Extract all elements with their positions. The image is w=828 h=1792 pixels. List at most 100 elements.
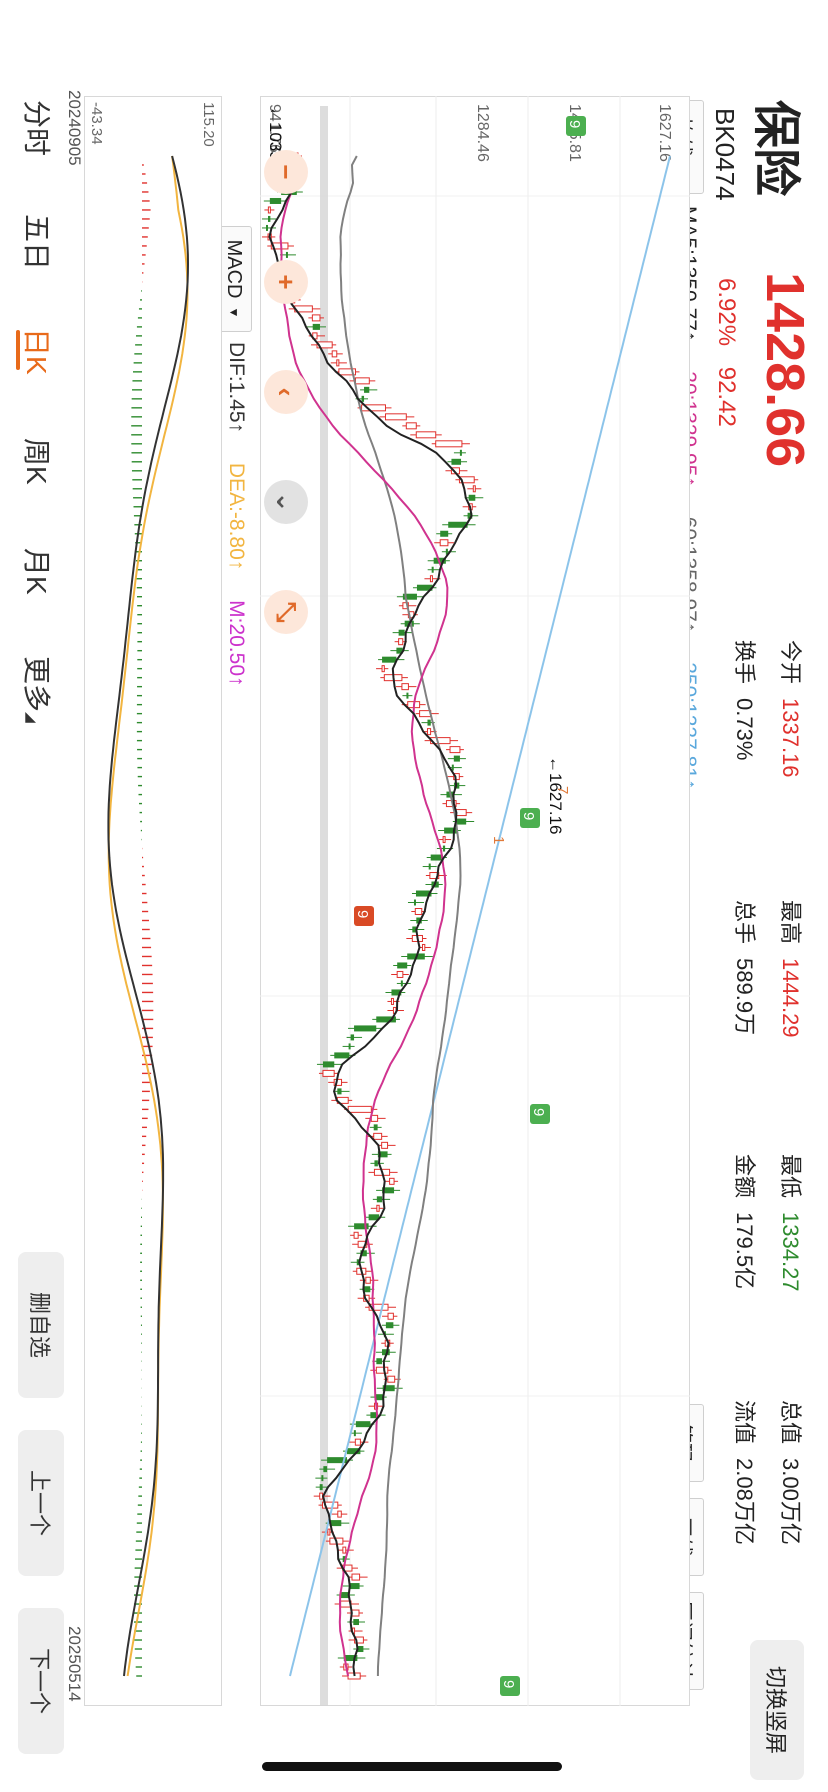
- signal-marker: 1: [490, 836, 507, 844]
- candle-body: [382, 656, 397, 663]
- candle-body: [442, 836, 446, 844]
- candle-body: [353, 1430, 356, 1437]
- candle-body: [440, 530, 449, 537]
- home-indicator: [262, 1762, 562, 1771]
- candle-body: [355, 1421, 371, 1428]
- tab-five-day[interactable]: 五日: [18, 214, 58, 270]
- candle-body: [311, 314, 321, 322]
- candle-body: [334, 1052, 350, 1059]
- candle-body: [361, 395, 365, 402]
- candle-body: [390, 997, 394, 1005]
- tab-daily-k[interactable]: 日K: [18, 328, 58, 375]
- candle-body: [406, 692, 409, 699]
- tab-weekly-k[interactable]: 周K: [18, 438, 58, 485]
- candle-body: [340, 1592, 349, 1599]
- candle-body: [398, 629, 405, 636]
- svg-text:9: 9: [530, 1108, 547, 1116]
- signal-marker: 9: [566, 116, 586, 136]
- candle-body: [396, 970, 404, 978]
- signal-marker: 7: [554, 786, 571, 794]
- tab-intraday[interactable]: 分时: [18, 100, 58, 156]
- candle-body: [336, 359, 340, 367]
- next-stock-button[interactable]: 下一个: [18, 1608, 64, 1754]
- candle-body: [398, 638, 404, 646]
- candle-body: [354, 1025, 377, 1032]
- candle-body: [323, 1466, 328, 1473]
- candle-body: [342, 1546, 347, 1554]
- candle-body: [401, 683, 409, 691]
- candle-body: [319, 1484, 323, 1491]
- candle-body: [285, 251, 288, 258]
- candle-body: [400, 980, 403, 987]
- previous-stock-button[interactable]: 上一个: [18, 1430, 64, 1576]
- candle-body: [375, 1366, 389, 1374]
- change-pct: 6.92%: [713, 278, 740, 347]
- zoom-in-button[interactable]: +: [264, 260, 308, 304]
- candle-body: [370, 1114, 379, 1122]
- scroll-left-button[interactable]: ‹: [264, 370, 308, 414]
- stock-name: 保险: [749, 100, 802, 197]
- candle-body: [453, 755, 460, 762]
- stat-float-value: 流值2.08万亿: [732, 1400, 757, 1545]
- price-change: 6.92% 92.42: [712, 278, 740, 427]
- candle-body: [322, 1069, 335, 1077]
- candle-body: [385, 1322, 394, 1329]
- stat-turnover: 换手0.73%: [732, 640, 757, 761]
- zoom-out-button[interactable]: −: [264, 150, 308, 194]
- candle-body: [373, 1124, 378, 1131]
- stat-low: 最低1334.27: [778, 1154, 803, 1292]
- candle-body: [456, 818, 467, 825]
- price-tick: 1284.46: [474, 104, 491, 162]
- candle-body: [428, 863, 431, 870]
- macd-frame: [84, 96, 222, 1706]
- candle-body: [351, 1573, 361, 1581]
- macd-chart[interactable]: 115.20 -43.34: [84, 96, 222, 1706]
- candle-body: [455, 809, 467, 817]
- candle-body: [435, 440, 463, 448]
- candle-body: [347, 1105, 372, 1113]
- candle-body: [322, 1061, 335, 1068]
- candle-body: [321, 1475, 324, 1482]
- stock-code: BK0474: [710, 108, 740, 201]
- candle-body: [414, 908, 423, 916]
- candle-body: [266, 224, 268, 231]
- candle-body: [267, 206, 271, 214]
- kline-chart[interactable]: 1627.16 1455.81 1284.46 941.76 ←1627.16 …: [260, 96, 690, 1706]
- candle-body: [348, 1043, 351, 1050]
- candle-body: [312, 323, 320, 330]
- candle-body: [337, 1510, 342, 1518]
- candle-body: [373, 1132, 383, 1140]
- stat-open: 今开1337.16: [778, 640, 803, 778]
- dea-value: DEA:-8.80↑: [225, 462, 248, 571]
- landscape-stage: 保险 BK0474 1428.66 6.92% 92.42 今开1337.16 …: [0, 0, 828, 1792]
- remove-watchlist-button[interactable]: 删自选: [18, 1252, 64, 1398]
- macd-values: DIF:1.45↑ DEA:-8.80↑ M:20.50↑: [224, 342, 248, 711]
- switch-portrait-button[interactable]: 切换竖屏: [750, 1640, 804, 1780]
- candle-body: [337, 1088, 342, 1095]
- price-tick: 1627.16: [656, 104, 673, 162]
- tab-more[interactable]: 更多◢: [18, 656, 58, 723]
- candle-body: [431, 566, 434, 573]
- svg-text:9: 9: [354, 910, 371, 918]
- candle-body: [449, 746, 461, 754]
- stat-volume: 总手589.9万: [732, 900, 757, 1036]
- m-value: M:20.50↑: [225, 600, 248, 687]
- candle-body: [269, 197, 282, 204]
- signal-marker: 9: [500, 1676, 520, 1696]
- candle-body: [381, 665, 385, 673]
- tab-monthly-k[interactable]: 月K: [18, 548, 58, 595]
- candle-body: [468, 494, 476, 501]
- candle-body: [427, 719, 431, 726]
- scroll-right-button[interactable]: ⌄: [264, 480, 308, 524]
- signal-marker: 9: [520, 808, 540, 828]
- candle-body: [353, 1619, 360, 1626]
- candle-body: [415, 431, 437, 439]
- signal-marker: 9: [354, 906, 374, 926]
- reset-zoom-button[interactable]: ⤡: [264, 590, 308, 634]
- active-tab-indicator: [16, 330, 20, 370]
- svg-text:9: 9: [566, 120, 583, 128]
- candle-body: [389, 1177, 395, 1185]
- candle-body: [397, 962, 408, 969]
- date-end: 20250514: [65, 1626, 84, 1702]
- chevron-down-icon: ◢: [24, 712, 40, 723]
